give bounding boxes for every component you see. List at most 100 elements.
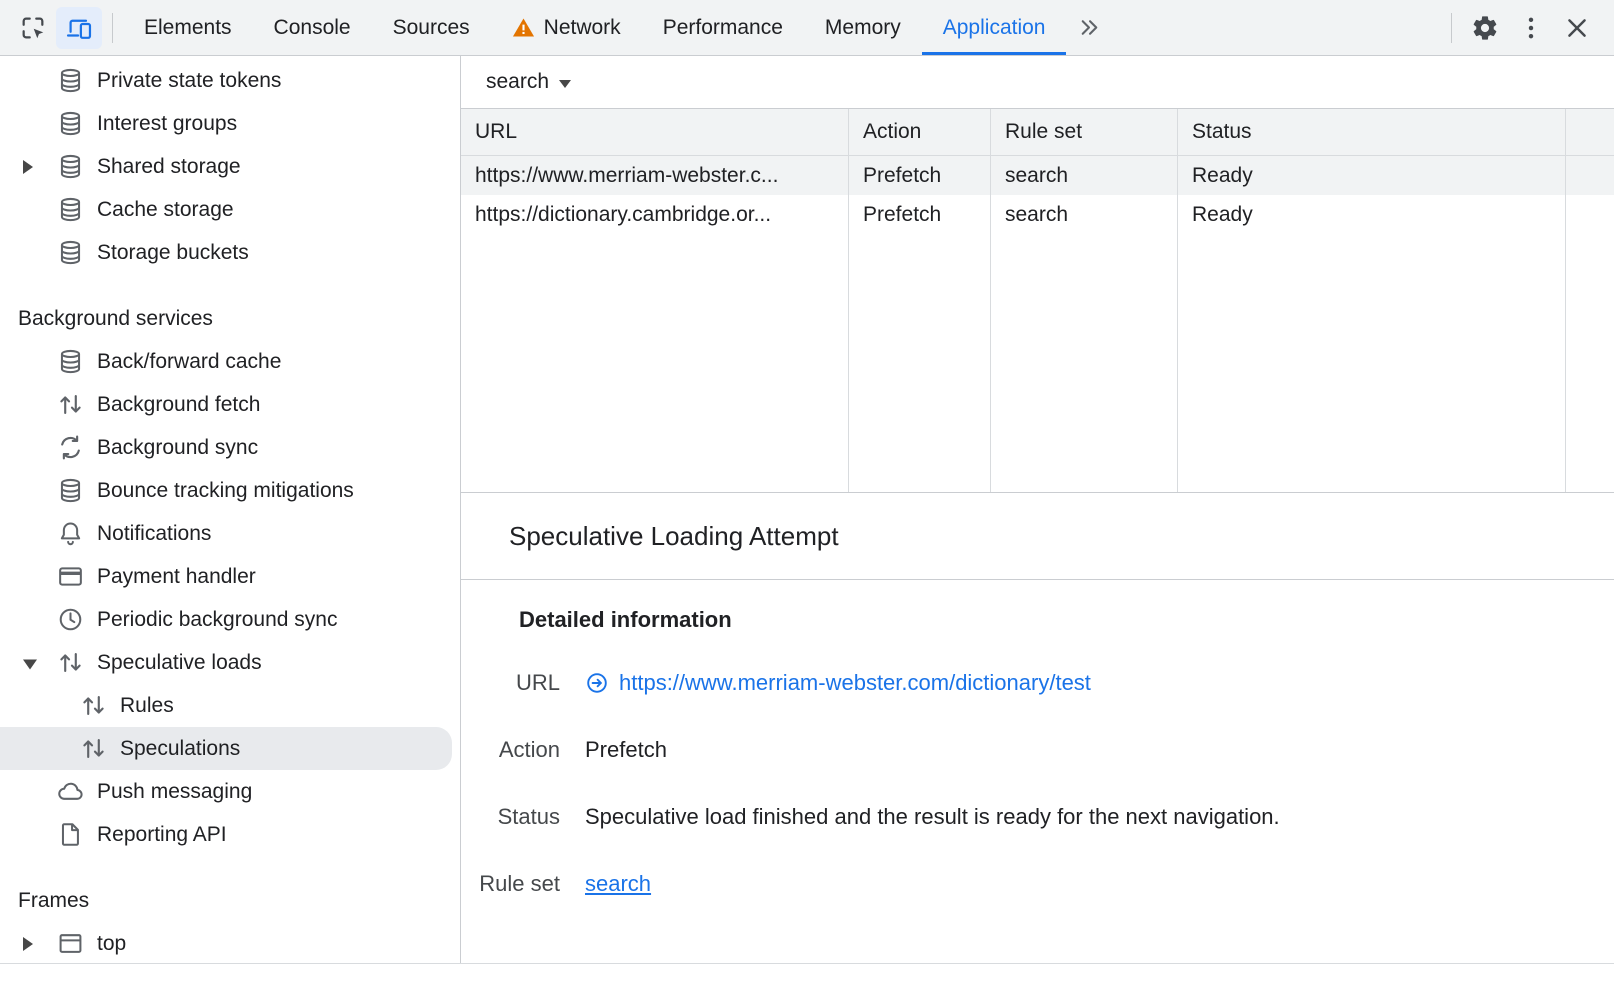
detail-fields: URLhttps://www.merriam-webster.com/dicti… (461, 670, 1614, 897)
rule-set-link[interactable]: search (585, 871, 651, 897)
sidebar-item-private-state-tokens[interactable]: Private state tokens (0, 59, 460, 102)
sidebar-item-storage-buckets[interactable]: Storage buckets (0, 231, 460, 274)
sidebar-item-label: Cache storage (97, 198, 234, 222)
sidebar-item-speculations[interactable]: Speculations (0, 727, 452, 770)
sidebar-item-label: Speculations (120, 737, 240, 761)
table-cell-rule-set[interactable]: search (991, 195, 1178, 234)
sidebar-item-back-forward-cache[interactable]: Back/forward cache (0, 340, 460, 383)
devtools-window: Elements Console Sources NetworkPerformance… (0, 0, 1614, 990)
url-link[interactable]: https://www.merriam-webster.com/dictiona… (619, 670, 1091, 696)
toolbar-left: Elements Console Sources NetworkPerformance… (0, 0, 1112, 55)
sidebar-item-reporting-api[interactable]: Reporting API (0, 813, 460, 856)
detail-field-action: Action Prefetch (461, 737, 1614, 763)
expander-triangle-right-icon[interactable] (23, 160, 33, 174)
expander-triangle-right-icon[interactable] (23, 937, 33, 951)
tab-network[interactable]: Network (491, 0, 642, 55)
close-devtools-button[interactable] (1554, 7, 1600, 49)
sidebar-item-interest-groups[interactable]: Interest groups (0, 102, 460, 145)
table-cell-filler (1566, 156, 1614, 195)
frame-icon (57, 930, 84, 957)
sidebar-item-push-messaging[interactable]: Push messaging (0, 770, 460, 813)
dropdown-caret-icon (559, 80, 571, 88)
up-down-arrows-icon (80, 692, 107, 719)
field-value: Speculative load finished and the result… (585, 804, 1280, 830)
tab-label: Memory (825, 16, 901, 40)
sidebar-item-speculative-loads[interactable]: Speculative loads (0, 641, 460, 684)
table-cell-status[interactable]: Ready (1178, 195, 1566, 234)
toolbar-divider (1451, 13, 1452, 43)
settings-button[interactable] (1462, 7, 1508, 49)
warning-icon (512, 16, 535, 39)
tab-performance[interactable]: Performance (642, 0, 804, 55)
tab-label: Sources (393, 16, 470, 40)
field-label: Action (461, 737, 560, 763)
column-header-url[interactable]: URL (461, 109, 849, 156)
device-toolbar-icon (65, 14, 93, 42)
tab-label: Console (274, 16, 351, 40)
database-icon (57, 477, 84, 504)
sidebar-item-background-fetch[interactable]: Background fetch (0, 383, 460, 426)
tab-console[interactable]: Console (253, 0, 372, 55)
more-tabs-button[interactable] (1066, 7, 1112, 49)
table-cell-url[interactable]: https://dictionary.cambridge.or... (461, 195, 849, 234)
table-cell-url[interactable]: https://www.merriam-webster.c... (461, 156, 849, 195)
column-header-action[interactable]: Action (849, 109, 991, 156)
toolbar-right (1441, 0, 1614, 55)
table-cell-status[interactable]: Ready (1178, 156, 1566, 195)
column-header-status[interactable]: Status (1178, 109, 1566, 156)
tab-memory[interactable]: Memory (804, 0, 922, 55)
document-icon (57, 821, 84, 848)
sidebar-item-periodic-background-sync[interactable]: Periodic background sync (0, 598, 460, 641)
sidebar-item-label: Interest groups (97, 112, 237, 136)
table-cell-action[interactable]: Prefetch (849, 156, 991, 195)
devtools-toolbar: Elements Console Sources NetworkPerformance… (0, 0, 1614, 56)
sidebar-item-top[interactable]: top (0, 922, 460, 963)
field-value: search (585, 871, 651, 897)
sidebar-item-label: Background sync (97, 436, 258, 460)
field-label: Rule set (461, 871, 560, 897)
tab-sources[interactable]: Sources (372, 0, 491, 55)
sidebar-item-shared-storage[interactable]: Shared storage (0, 145, 460, 188)
sidebar-item-label: Payment handler (97, 565, 256, 589)
field-value: https://www.merriam-webster.com/dictiona… (585, 670, 1091, 696)
field-value: Prefetch (585, 737, 667, 763)
details-pane: Detailed information URLhttps://www.merr… (461, 580, 1614, 963)
sidebar-item-notifications[interactable]: Notifications (0, 512, 460, 555)
sync-icon (57, 434, 84, 461)
rule-set-filter-dropdown[interactable]: search (486, 70, 571, 94)
tab-application[interactable]: Application (922, 0, 1067, 55)
tab-label: Elements (144, 16, 232, 40)
sidebar-item-label: Private state tokens (97, 69, 281, 93)
sidebar-item-payment-handler[interactable]: Payment handler (0, 555, 460, 598)
device-toolbar-button[interactable] (56, 7, 102, 49)
up-down-arrows-icon (57, 391, 84, 418)
column-header-rule-set[interactable]: Rule set (991, 109, 1178, 156)
expander-triangle-down-icon[interactable] (23, 659, 37, 669)
bell-icon (57, 520, 84, 547)
panel-tabs: Elements Console Sources NetworkPerformance… (123, 0, 1066, 55)
sidebar-item-label: Notifications (97, 522, 211, 546)
speculations-view: search URLActionRule setStatushttps://ww… (461, 56, 1614, 963)
column-header-filler (1566, 109, 1614, 156)
sidebar-item-rules[interactable]: Rules (0, 684, 460, 727)
sidebar-item-background-sync[interactable]: Background sync (0, 426, 460, 469)
inspect-element-button[interactable] (10, 7, 56, 49)
details-pane-title: Speculative Loading Attempt (509, 521, 839, 552)
filter-label: search (486, 70, 549, 94)
detail-field-status: Status Speculative load finished and the … (461, 804, 1614, 830)
detail-field-url: URLhttps://www.merriam-webster.com/dicti… (461, 670, 1614, 696)
table-cell-filler (1566, 195, 1614, 234)
sidebar-item-cache-storage[interactable]: Cache storage (0, 188, 460, 231)
details-pane-header: Speculative Loading Attempt (461, 493, 1614, 580)
table-cell-action[interactable]: Prefetch (849, 195, 991, 234)
table-empty-space (1566, 234, 1614, 492)
database-icon (57, 239, 84, 266)
sidebar-item-bounce-tracking-mitigations[interactable]: Bounce tracking mitigations (0, 469, 460, 512)
details-heading: Detailed information (519, 607, 1614, 633)
field-label: Status (461, 804, 560, 830)
tab-elements[interactable]: Elements (123, 0, 253, 55)
table-cell-rule-set[interactable]: search (991, 156, 1178, 195)
bottom-scrollbar-gutter (0, 963, 1614, 990)
sidebar-section-background-services: Background services (0, 297, 460, 340)
kebab-menu-button[interactable] (1508, 7, 1554, 49)
